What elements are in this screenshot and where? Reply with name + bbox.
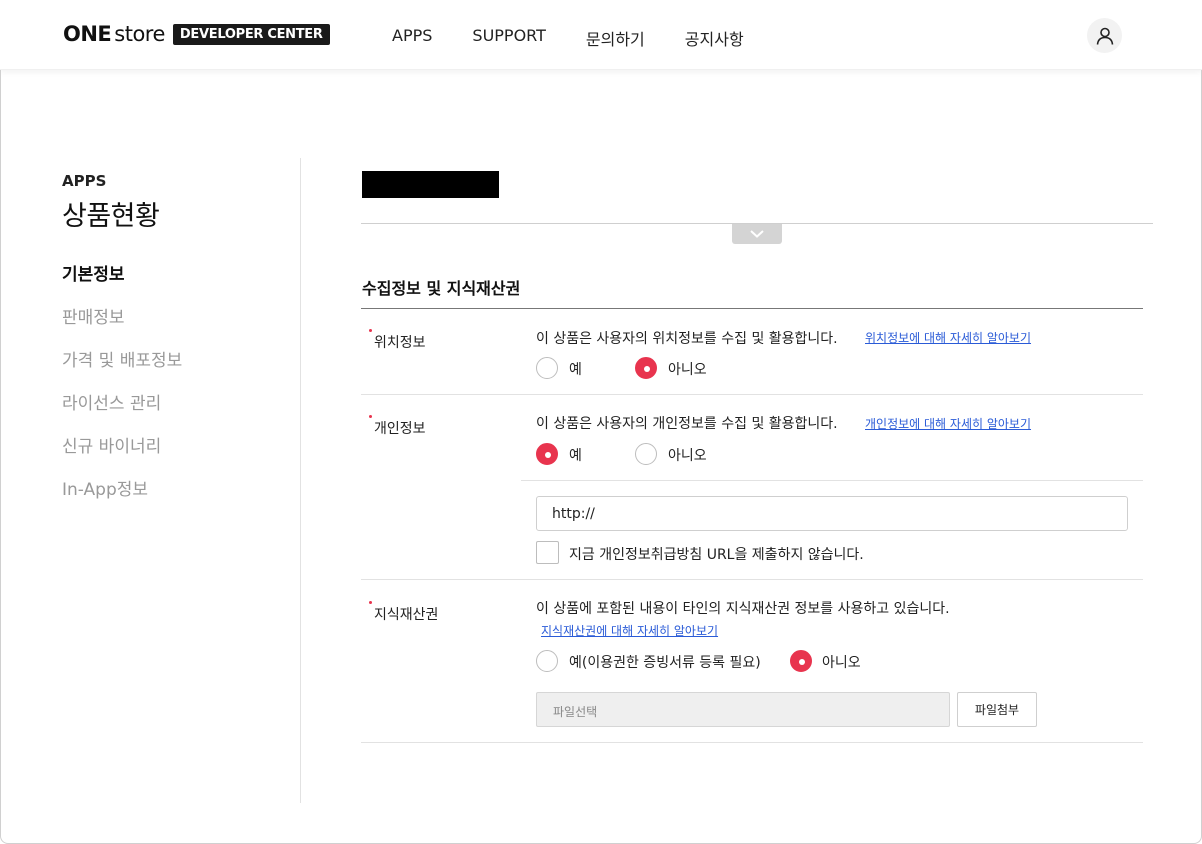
- row-divider: [361, 579, 1143, 580]
- logo-one-text: ONE: [63, 22, 112, 46]
- personal-no-label: 아니오: [668, 448, 707, 464]
- no-privacy-url-checkbox[interactable]: [536, 541, 559, 564]
- file-select-field[interactable]: 파일선택: [536, 692, 950, 727]
- main-nav: APPS SUPPORT 문의하기 공지사항: [392, 26, 784, 50]
- sidebar-item-basic-info[interactable]: 기본정보: [62, 265, 182, 308]
- ip-yes-label: 예(이용권한 증빙서류 등록 필요): [569, 655, 761, 671]
- location-no-radio[interactable]: [635, 357, 657, 379]
- personal-no-radio[interactable]: [635, 443, 657, 465]
- section-title: 수집정보 및 지식재산권: [362, 279, 521, 298]
- location-yes-label: 예: [569, 362, 582, 378]
- location-label: 위치정보: [374, 335, 426, 351]
- section-rule: [361, 308, 1143, 309]
- sidebar-divider: [300, 158, 301, 803]
- location-no-label: 아니오: [668, 362, 707, 378]
- ip-description: 이 상품에 포함된 내용이 타인의 지식재산권 정보를 사용하고 있습니다.: [536, 601, 950, 617]
- personal-yes-label: 예: [569, 448, 582, 464]
- user-menu-button[interactable]: [1087, 18, 1122, 53]
- ip-label: 지식재산권: [374, 607, 439, 623]
- ip-learn-more-link[interactable]: 지식재산권에 대해 자세히 알아보기: [541, 622, 718, 639]
- nav-support[interactable]: SUPPORT: [472, 26, 545, 50]
- sidebar: APPS 상품현황 기본정보 판매정보 가격 및 배포정보 라이선스 관리 신규…: [62, 172, 182, 523]
- row-divider: [361, 742, 1143, 743]
- sidebar-item-new-binary[interactable]: 신규 바이너리: [62, 437, 182, 480]
- expand-toggle-button[interactable]: [732, 224, 782, 244]
- required-marker: [369, 329, 372, 332]
- onestore-logo[interactable]: ONE store DEVELOPER CENTER: [63, 22, 330, 46]
- sidebar-menu: 기본정보 판매정보 가격 및 배포정보 라이선스 관리 신규 바이너리 In-A…: [62, 265, 182, 523]
- personal-yes-radio[interactable]: [536, 443, 558, 465]
- sidebar-item-license[interactable]: 라이선스 관리: [62, 394, 182, 437]
- personal-description: 이 상품은 사용자의 개인정보를 수집 및 활용합니다.: [536, 416, 838, 432]
- row-divider: [361, 394, 1143, 395]
- required-marker: [369, 601, 372, 604]
- personal-learn-more-link[interactable]: 개인정보에 대해 자세히 알아보기: [865, 415, 1031, 432]
- personal-label: 개인정보: [374, 421, 426, 437]
- ip-yes-radio[interactable]: [536, 650, 558, 672]
- sidebar-item-sales-info[interactable]: 판매정보: [62, 308, 182, 351]
- nav-notice[interactable]: 공지사항: [685, 26, 744, 50]
- nav-inquiry[interactable]: 문의하기: [586, 26, 645, 50]
- redacted-app-name: [362, 171, 499, 198]
- logo-store-text: store: [114, 22, 165, 46]
- no-privacy-url-label: 지금 개인정보취급방침 URL을 제출하지 않습니다.: [569, 547, 864, 563]
- top-header: ONE store DEVELOPER CENTER APPS SUPPORT …: [0, 0, 1202, 70]
- developer-center-badge: DEVELOPER CENTER: [172, 23, 330, 45]
- nav-apps[interactable]: APPS: [392, 26, 432, 50]
- inner-divider: [521, 480, 1143, 481]
- location-learn-more-link[interactable]: 위치정보에 대해 자세히 알아보기: [865, 329, 1031, 346]
- location-description: 이 상품은 사용자의 위치정보를 수집 및 활용합니다.: [536, 331, 838, 347]
- privacy-url-input[interactable]: [536, 496, 1128, 531]
- sidebar-item-price-distribution[interactable]: 가격 및 배포정보: [62, 351, 182, 394]
- sidebar-title: 상품현황: [62, 201, 160, 232]
- sidebar-subtitle: APPS: [62, 172, 107, 190]
- user-icon: [1096, 27, 1113, 45]
- sidebar-item-inapp-info[interactable]: In-App정보: [62, 480, 182, 523]
- file-attach-button[interactable]: 파일첨부: [957, 692, 1037, 727]
- ip-no-radio[interactable]: [790, 650, 812, 672]
- location-yes-radio[interactable]: [536, 357, 558, 379]
- required-marker: [369, 415, 372, 418]
- ip-no-label: 아니오: [822, 655, 861, 671]
- chevron-down-icon: [750, 230, 764, 238]
